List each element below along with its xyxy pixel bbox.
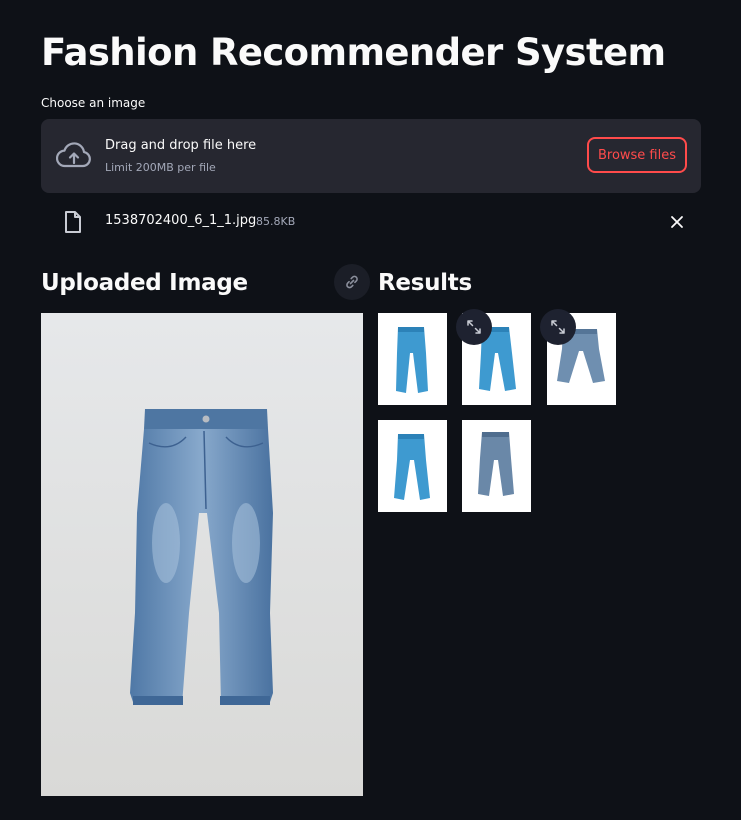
link-icon (346, 275, 358, 289)
browse-files-button[interactable]: Browse files (587, 137, 687, 173)
result-jeans-image (394, 434, 430, 500)
expand-icon (467, 320, 481, 334)
result-item (462, 420, 531, 512)
result-item (378, 313, 447, 405)
uploaded-file-row: 1538702400_6_1_1.jpg 85.8KB (41, 203, 701, 241)
result-item (378, 420, 447, 512)
dropzone-instructions: Drag and drop file here (105, 138, 257, 153)
heading-anchor-link-button[interactable] (334, 264, 370, 300)
uploader-label: Choose an image (41, 96, 146, 110)
file-icon (63, 210, 83, 234)
page-title: Fashion Recommender System (41, 31, 666, 74)
file-name: 1538702400_6_1_1.jpg (105, 213, 257, 228)
dropzone-limit: Limit 200MB per file (105, 161, 216, 174)
close-icon (671, 216, 683, 228)
cloud-upload-icon (55, 142, 92, 170)
result-jeans-image (478, 432, 514, 496)
uploaded-jeans-image (41, 313, 363, 796)
result-jeans-image (396, 327, 428, 393)
fullscreen-button[interactable] (456, 309, 492, 345)
file-size: 85.8KB (256, 215, 296, 228)
expand-icon (551, 320, 565, 334)
file-dropzone[interactable]: Drag and drop file here Limit 200MB per … (41, 119, 701, 193)
uploaded-image-heading: Uploaded Image (41, 270, 248, 296)
results-heading: Results (378, 270, 472, 296)
fullscreen-button[interactable] (540, 309, 576, 345)
remove-file-button[interactable] (667, 212, 687, 232)
